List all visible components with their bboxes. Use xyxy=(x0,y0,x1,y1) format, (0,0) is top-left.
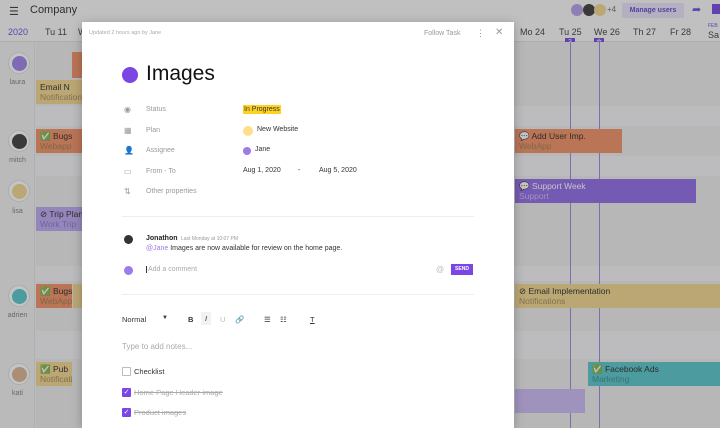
mention-icon[interactable]: @ xyxy=(436,265,444,274)
notes-input[interactable]: Type to add notes... xyxy=(122,342,192,351)
comment-input[interactable]: Add a comment xyxy=(146,266,197,273)
assignee-icon: 👤 xyxy=(124,146,134,155)
clear-format-button[interactable]: T xyxy=(310,315,315,324)
bullet-list-icon[interactable]: ☷ xyxy=(280,315,287,324)
calendar-icon: ▭ xyxy=(124,167,132,176)
send-button[interactable]: SEND xyxy=(451,264,473,275)
chevron-down-icon[interactable]: ▼ xyxy=(162,315,168,321)
checklist-item[interactable]: Home Page Header image xyxy=(134,388,223,397)
updated-info: Updated 2 hours ago by Jane xyxy=(89,30,162,36)
status-badge[interactable]: In Progress xyxy=(243,105,281,114)
comment-text: @Jane Images are now available for revie… xyxy=(146,245,343,252)
more-options-icon[interactable]: ⋮ xyxy=(476,28,485,39)
checklist-checkbox[interactable] xyxy=(122,367,131,376)
divider xyxy=(122,294,474,295)
checklist-title[interactable]: Checklist xyxy=(134,367,164,376)
underline-button[interactable]: U xyxy=(220,315,225,324)
avatar xyxy=(124,266,133,275)
plan-icon: ▦ xyxy=(124,126,132,135)
close-icon[interactable]: ✕ xyxy=(495,27,503,38)
checklist-item-checkbox[interactable]: ✓ xyxy=(122,388,131,397)
text-style-select[interactable]: Normal xyxy=(122,315,146,324)
comment-author: Jonathon xyxy=(146,235,178,242)
assignee-property: 👤 Assignee Jane xyxy=(124,146,271,155)
follow-task-button[interactable]: Follow Task xyxy=(424,30,460,37)
divider xyxy=(122,216,474,217)
italic-button[interactable]: I xyxy=(201,312,212,325)
sliders-icon: ⇅ xyxy=(124,187,131,196)
task-color-dot[interactable] xyxy=(122,67,138,83)
plan-value[interactable]: New Website xyxy=(257,126,298,133)
status-property: ◉ Status In Progress xyxy=(124,105,281,114)
dates-property: ▭ From - To Aug 1, 2020- Aug 5, 2020 xyxy=(124,167,357,176)
to-date[interactable]: Aug 5, 2020 xyxy=(319,167,357,174)
task-title[interactable]: Images xyxy=(146,62,215,86)
checklist-item-checkbox[interactable]: ✓ xyxy=(122,408,131,417)
plan-property: ▦ Plan New Website xyxy=(124,126,299,136)
other-properties[interactable]: ⇅ Other properties xyxy=(122,186,482,200)
avatar xyxy=(243,147,251,155)
from-date[interactable]: Aug 1, 2020 xyxy=(243,167,281,174)
comment-time: Last Monday at 10:07 PM xyxy=(181,236,238,242)
bold-button[interactable]: B xyxy=(188,315,193,324)
assignee-value[interactable]: Jane xyxy=(255,146,270,153)
link-icon[interactable]: 🔗 xyxy=(235,315,244,324)
date-separator: - xyxy=(298,167,301,174)
ordered-list-icon[interactable]: ☰ xyxy=(264,315,271,324)
status-icon: ◉ xyxy=(124,105,131,114)
task-modal: Updated 2 hours ago by Jane Follow Task … xyxy=(82,22,514,428)
checklist-item[interactable]: Product images xyxy=(134,408,186,417)
avatar xyxy=(124,235,133,244)
plan-color-dot xyxy=(243,126,253,136)
